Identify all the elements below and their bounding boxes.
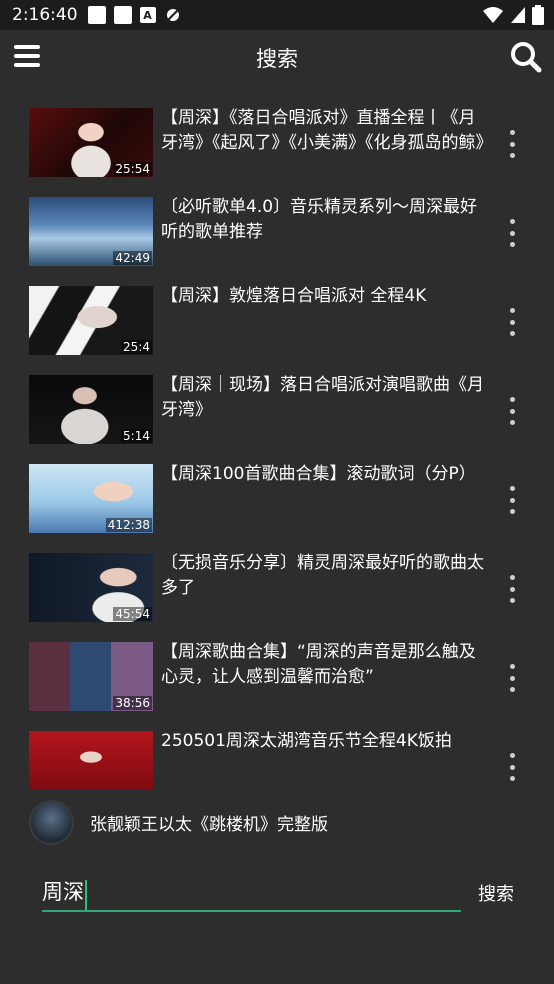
status-bar: 2:16:40 A — [0, 0, 554, 30]
suggestion-avatar — [29, 800, 74, 845]
video-title[interactable]: 【周深】《落日合唱派对》直播全程丨《月牙湾》《起风了》《小美满》《化身孤岛的鲸》 — [161, 106, 491, 156]
video-row[interactable]: 45:54 〔无损音乐分享〕精灵周深最好听的歌曲太多了 — [0, 543, 554, 632]
notification-square-icon — [87, 6, 106, 24]
search-input-value: 周深 — [42, 880, 84, 904]
more-options-icon[interactable] — [504, 664, 520, 692]
signal-icon — [511, 7, 525, 23]
battery-icon — [532, 5, 544, 25]
video-thumbnail[interactable]: 5:14 — [29, 375, 153, 444]
more-options-icon[interactable] — [504, 575, 520, 603]
more-options-icon[interactable] — [504, 486, 520, 514]
video-thumbnail[interactable] — [29, 731, 153, 789]
page-title: 搜索 — [256, 47, 298, 71]
menu-button[interactable] — [14, 45, 42, 69]
wifi-icon — [483, 7, 503, 23]
video-thumbnail[interactable]: 412:38 — [29, 464, 153, 533]
suggestion-text: 张靓颖王以太《跳楼机》完整版 — [90, 815, 328, 835]
video-row[interactable]: 5:14 【周深｜现场】落日合唱派对演唱歌曲《月牙湾》 — [0, 365, 554, 454]
video-title[interactable]: 【周深｜现场】落日合唱派对演唱歌曲《月牙湾》 — [161, 373, 491, 423]
video-title[interactable]: 【周深歌曲合集】“周深的声音是那么触及心灵，让人感到温馨而治愈” — [161, 640, 491, 690]
notification-satellite-icon — [166, 9, 179, 21]
search-submit-button[interactable]: 搜索 — [478, 880, 514, 906]
video-thumbnail[interactable]: 25:4 — [29, 286, 153, 355]
menu-icon-bar — [14, 54, 40, 58]
video-title[interactable]: 【周深100首歌曲合集】滚动歌词（分P） — [161, 462, 491, 487]
menu-icon-bar — [14, 63, 40, 67]
more-options-icon[interactable] — [504, 397, 520, 425]
status-time: 2:16:40 — [12, 5, 78, 25]
video-row[interactable]: 25:4 【周深】敦煌落日合唱派对 全程4K — [0, 276, 554, 365]
notification-square-icon — [113, 6, 132, 24]
video-row[interactable]: 250501周深太湖湾音乐节全程4K饭拍 — [0, 721, 554, 810]
search-suggestion[interactable]: 张靓颖王以太《跳楼机》完整版 — [0, 798, 554, 848]
search-input[interactable]: 周深 — [42, 872, 461, 912]
video-row[interactable]: 25:54 【周深】《落日合唱派对》直播全程丨《月牙湾》《起风了》《小美满》《化… — [0, 98, 554, 187]
video-duration: 42:49 — [113, 251, 152, 265]
search-icon[interactable] — [510, 41, 542, 73]
video-title[interactable]: 【周深】敦煌落日合唱派对 全程4K — [161, 284, 491, 309]
menu-icon-bar — [14, 45, 40, 49]
more-options-icon[interactable] — [504, 308, 520, 336]
video-duration: 25:4 — [121, 340, 152, 354]
video-row[interactable]: 42:49 〔必听歌单4.0〕音乐精灵系列～周深最好听的歌单推荐 — [0, 187, 554, 276]
video-thumbnail[interactable]: 42:49 — [29, 197, 153, 266]
video-duration: 412:38 — [105, 518, 152, 532]
video-title[interactable]: 250501周深太湖湾音乐节全程4K饭拍 — [161, 729, 491, 754]
video-duration: 45:54 — [113, 607, 152, 621]
video-title[interactable]: 〔无损音乐分享〕精灵周深最好听的歌曲太多了 — [161, 551, 491, 601]
status-system-icons — [482, 5, 544, 25]
video-title[interactable]: 〔必听歌单4.0〕音乐精灵系列～周深最好听的歌单推荐 — [161, 195, 491, 245]
status-notification-icons: A — [87, 6, 182, 24]
more-options-icon[interactable] — [504, 219, 520, 247]
video-thumbnail[interactable]: 45:54 — [29, 553, 153, 622]
video-row[interactable]: 38:56 【周深歌曲合集】“周深的声音是那么触及心灵，让人感到温馨而治愈” — [0, 632, 554, 721]
video-duration: 25:54 — [113, 162, 152, 176]
notification-a-icon: A — [139, 7, 156, 23]
text-cursor — [85, 879, 87, 910]
video-thumbnail[interactable]: 38:56 — [29, 642, 153, 711]
more-options-icon[interactable] — [504, 753, 520, 781]
video-duration: 38:56 — [113, 696, 152, 710]
results-list: 25:54 【周深】《落日合唱派对》直播全程丨《月牙湾》《起风了》《小美满》《化… — [0, 98, 554, 810]
more-options-icon[interactable] — [504, 130, 520, 158]
app-header: 搜索 — [0, 30, 554, 86]
video-row[interactable]: 412:38 【周深100首歌曲合集】滚动歌词（分P） — [0, 454, 554, 543]
video-thumbnail[interactable]: 25:54 — [29, 108, 153, 177]
video-duration: 5:14 — [121, 429, 152, 443]
